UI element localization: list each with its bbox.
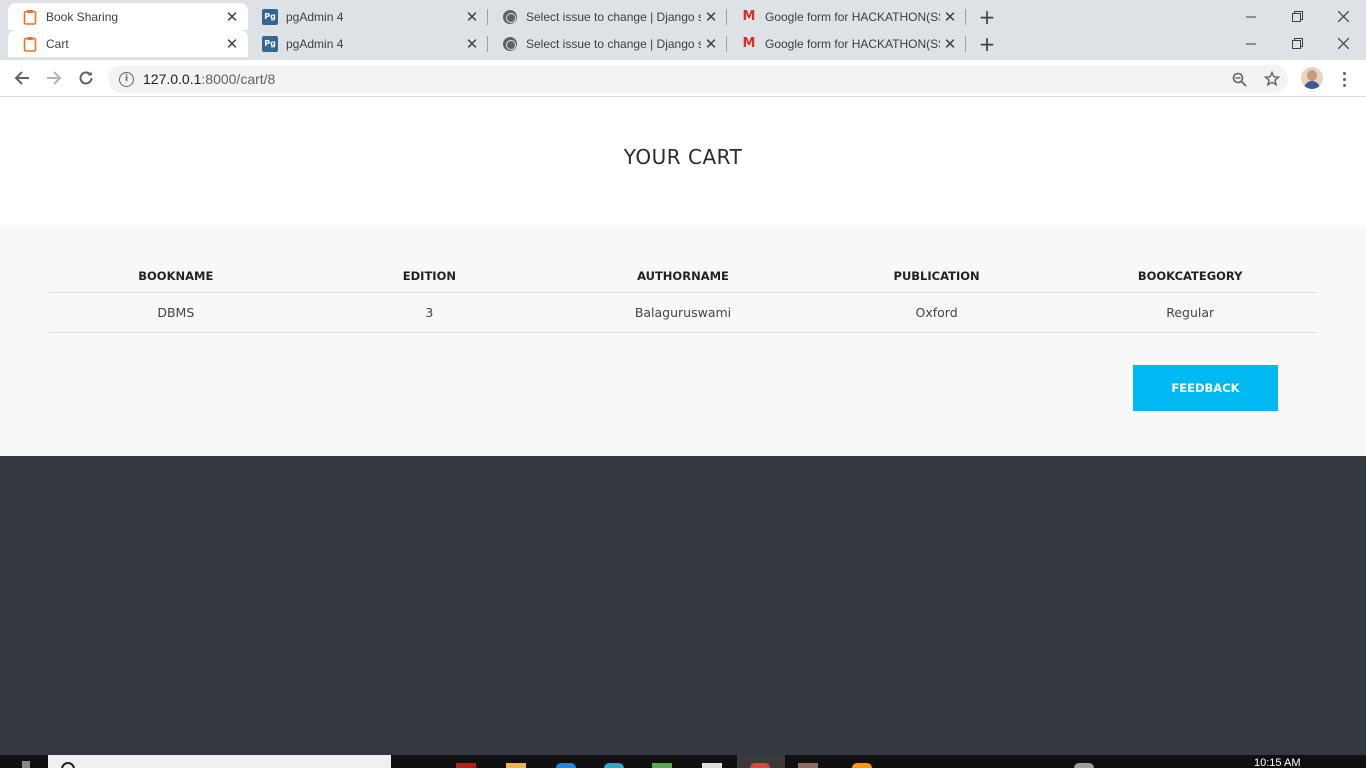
tab-title: pgAdmin 4 <box>286 36 344 51</box>
tab-close-icon[interactable]: ✕ <box>701 7 721 27</box>
new-tab-button[interactable]: + <box>974 30 1000 57</box>
forward-arrow-icon[interactable] <box>40 64 68 92</box>
tab-strip: Book Sharing ✕ Pg pgAdmin 4 ✕ Select iss… <box>0 0 1366 60</box>
tab-title: Google form for HACKATHON(SS <box>765 36 940 51</box>
tab-title: Book Sharing <box>46 9 119 24</box>
column-header-edition: EDITION <box>302 260 557 293</box>
tab-close-icon[interactable]: ✕ <box>940 7 960 27</box>
clipboard-icon <box>22 36 38 52</box>
close-window-icon[interactable] <box>1320 30 1366 57</box>
folder-icon[interactable] <box>506 763 526 768</box>
restore-icon[interactable] <box>1274 3 1320 30</box>
cell-bookname: DBMS <box>49 292 303 333</box>
tab-close-icon[interactable]: ✕ <box>222 7 242 27</box>
taskbar-app-icon[interactable] <box>852 763 872 768</box>
tab-book-sharing[interactable]: Book Sharing ✕ <box>8 3 248 30</box>
cart-section: BOOKNAME EDITION AUTHORNAME PUBLICATION … <box>0 225 1366 456</box>
menu-dots-icon[interactable] <box>1334 67 1354 91</box>
table-row: DBMS 3 Balaguruswami Oxford Regular <box>49 292 1317 333</box>
column-header-authorname: AUTHORNAME <box>556 260 810 293</box>
taskbar-app-icon[interactable] <box>604 763 624 768</box>
bookmark-star-icon[interactable] <box>1258 65 1286 93</box>
globe-icon <box>502 36 518 52</box>
clipboard-icon <box>22 9 38 25</box>
close-window-icon[interactable] <box>1320 3 1366 30</box>
column-header-publication: PUBLICATION <box>809 260 1064 293</box>
back-arrow-icon[interactable] <box>8 64 36 92</box>
minimize-icon[interactable] <box>1228 3 1274 30</box>
taskbar-app-icon[interactable] <box>702 763 722 768</box>
taskbar-app-icon[interactable] <box>556 763 576 768</box>
tab-title: Cart <box>46 36 69 51</box>
new-tab-button[interactable]: + <box>974 3 1000 30</box>
column-header-bookcategory: BOOKCATEGORY <box>1063 260 1317 293</box>
restore-icon[interactable] <box>1274 30 1320 57</box>
minimize-icon[interactable] <box>1228 30 1274 57</box>
page-footer <box>0 456 1366 755</box>
tab-google-form[interactable]: M Google form for HACKATHON(SS ✕ <box>727 30 966 57</box>
taskbar-clock[interactable]: 10:15 AM <box>1254 757 1300 768</box>
tab-pgadmin[interactable]: Pg pgAdmin 4 ✕ <box>248 30 488 57</box>
tab-close-icon[interactable]: ✕ <box>462 7 482 27</box>
gmail-icon: M <box>742 36 756 51</box>
hero-section: YOUR CART <box>0 98 1366 225</box>
tab-close-icon[interactable]: ✕ <box>940 34 960 54</box>
column-header-bookname: BOOKNAME <box>49 260 303 293</box>
address-bar[interactable]: i 127.0.0.1:8000/cart/8 <box>108 65 1288 93</box>
tab-django[interactable]: Select issue to change | Django s ✕ <box>488 30 727 57</box>
cell-edition: 3 <box>302 292 557 333</box>
tab-title: Select issue to change | Django s <box>526 9 701 24</box>
windows-start-icon[interactable] <box>22 761 30 768</box>
tab-close-icon[interactable]: ✕ <box>222 34 242 54</box>
tab-close-icon[interactable]: ✕ <box>462 34 482 54</box>
tab-pgadmin[interactable]: Pg pgAdmin 4 ✕ <box>248 3 488 30</box>
cell-authorname: Balaguruswami <box>556 292 810 333</box>
cell-bookcategory: Regular <box>1063 292 1317 333</box>
zoom-icon[interactable] <box>1225 65 1253 93</box>
tab-title: Select issue to change | Django s <box>526 36 701 51</box>
cart-table: BOOKNAME EDITION AUTHORNAME PUBLICATION … <box>49 260 1317 333</box>
cortana-icon[interactable] <box>61 762 75 768</box>
tab-close-icon[interactable]: ✕ <box>701 34 721 54</box>
tab-google-form[interactable]: M Google form for HACKATHON(SS ✕ <box>727 3 966 30</box>
reload-icon[interactable] <box>72 64 100 92</box>
info-icon[interactable]: i <box>119 71 134 87</box>
tab-title: pgAdmin 4 <box>286 9 344 24</box>
chrome-icon[interactable] <box>750 763 770 768</box>
tab-row: Book Sharing ✕ Pg pgAdmin 4 ✕ Select iss… <box>0 3 1366 30</box>
table-header-row: BOOKNAME EDITION AUTHORNAME PUBLICATION … <box>49 260 1317 293</box>
profile-avatar[interactable] <box>1301 67 1323 89</box>
taskbar-app-icon[interactable] <box>798 763 818 768</box>
tray-icon[interactable] <box>1074 763 1094 768</box>
pgadmin-icon: Pg <box>262 35 278 52</box>
page-content: YOUR CART BOOKNAME EDITION AUTHORNAME PU… <box>0 98 1366 755</box>
browser-toolbar: i 127.0.0.1:8000/cart/8 <box>0 60 1366 97</box>
windows-taskbar: 10:15 AM <box>0 755 1366 768</box>
tab-cart[interactable]: Cart ✕ <box>8 30 248 57</box>
tab-row: Cart ✕ Pg pgAdmin 4 ✕ Select issue to ch… <box>0 30 1366 57</box>
tab-title: Google form for HACKATHON(SS <box>765 9 940 24</box>
globe-icon <box>502 9 518 25</box>
tab-django[interactable]: Select issue to change | Django s ✕ <box>488 3 727 30</box>
taskbar-search-box[interactable] <box>48 755 391 768</box>
pgadmin-icon: Pg <box>262 8 278 25</box>
page-title: YOUR CART <box>623 145 743 169</box>
feedback-button[interactable]: FEEDBACK <box>1133 365 1278 411</box>
taskbar-app-icon[interactable] <box>456 763 476 768</box>
url-text: 127.0.0.1:8000/cart/8 <box>143 71 276 87</box>
gmail-icon: M <box>742 9 756 24</box>
cell-publication: Oxford <box>809 292 1064 333</box>
taskbar-app-icon[interactable] <box>652 763 672 768</box>
